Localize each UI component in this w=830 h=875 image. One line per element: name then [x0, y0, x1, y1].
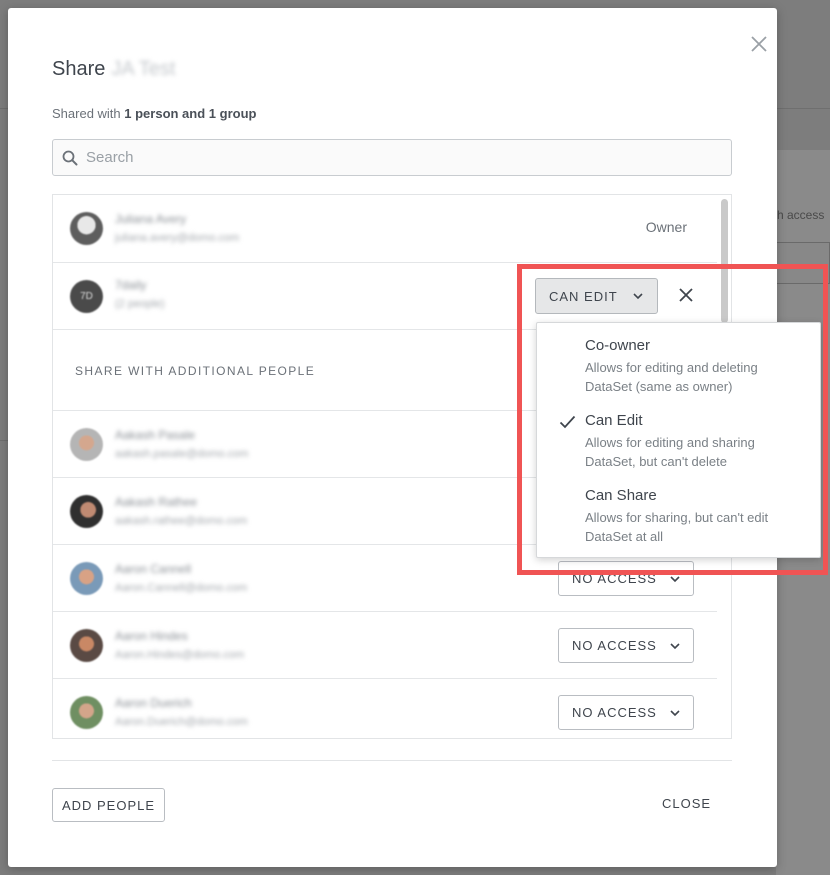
- close-icon[interactable]: [747, 32, 771, 56]
- title-text: Share: [52, 58, 106, 80]
- menu-item-label: Can Share: [585, 487, 657, 504]
- group-name: 7daily: [115, 278, 147, 292]
- group-count: (2 people): [115, 298, 165, 310]
- search-input[interactable]: [86, 140, 731, 175]
- shared-with-count: 1 person and 1 group: [124, 106, 257, 121]
- access-dropdown-label: NO ACCESS: [572, 571, 657, 586]
- close-button[interactable]: CLOSE: [662, 796, 711, 811]
- person-name: Aakash Rathee: [115, 495, 198, 509]
- shared-with-prefix: Shared with: [52, 106, 125, 121]
- avatar: [70, 495, 103, 528]
- person-name: Aaron Duerich: [115, 696, 192, 710]
- shared-with-summary: Shared with 1 person and 1 group: [52, 106, 256, 121]
- person-row: Aaron Duerich Aaron.Duerich@domo.com NO …: [53, 679, 717, 738]
- person-name: Aakash Pasale: [115, 428, 196, 442]
- access-dropdown-label: NO ACCESS: [572, 705, 657, 720]
- bg-divider: [0, 108, 8, 109]
- chevron-down-icon: [670, 576, 680, 583]
- bg-divider: [0, 440, 8, 441]
- chevron-down-icon: [633, 293, 643, 300]
- bg-dataset-button: [776, 242, 830, 284]
- avatar: [70, 562, 103, 595]
- person-email: Aaron.Duerich@domo.com: [115, 716, 248, 728]
- menu-item-description: Allows for sharing, but can't edit DataS…: [585, 510, 769, 544]
- owner-row: Juliana Avery juliana.avery@domo.com Own…: [53, 195, 717, 263]
- bg-divider: [776, 108, 830, 109]
- remove-icon[interactable]: [677, 286, 695, 304]
- owner-name: Juliana Avery: [115, 212, 187, 226]
- access-dropdown-button[interactable]: CAN EDIT: [535, 278, 658, 314]
- access-dropdown-label: CAN EDIT: [549, 288, 618, 304]
- access-level-menu: Co-owner Allows for editing and deleting…: [536, 322, 821, 558]
- owner-role: Owner: [645, 219, 687, 235]
- group-row: 7D 7daily (2 people) CAN EDIT: [53, 263, 717, 330]
- access-dropdown-button[interactable]: NO ACCESS: [558, 561, 694, 596]
- avatar: [70, 212, 103, 245]
- menu-item-can-share[interactable]: Can Share Allows for sharing, but can't …: [537, 473, 820, 548]
- chevron-down-icon: [670, 643, 680, 650]
- person-email: Aaron.Cannell@domo.com: [115, 582, 248, 594]
- footer-divider: [52, 760, 732, 761]
- menu-item-co-owner[interactable]: Co-owner Allows for editing and deleting…: [537, 323, 820, 398]
- person-name: Aaron Hindes: [115, 629, 188, 643]
- avatar: 7D: [70, 280, 103, 313]
- add-people-button[interactable]: ADD PEOPLE: [52, 788, 165, 822]
- menu-item-label: Can Edit: [585, 412, 643, 429]
- person-email: aakash.pasale@domo.com: [115, 448, 249, 460]
- person-email: Aaron.Hindes@domo.com: [115, 649, 245, 661]
- menu-item-description: Allows for editing and deleting DataSet …: [585, 360, 758, 394]
- avatar: [70, 428, 103, 461]
- search-icon: [62, 150, 78, 165]
- menu-item-label: Co-owner: [585, 337, 651, 354]
- access-dropdown-label: NO ACCESS: [572, 638, 657, 653]
- checkmark-icon: [559, 415, 576, 429]
- chevron-down-icon: [670, 710, 680, 717]
- modal-title: Share JA Test: [52, 58, 176, 81]
- avatar: [70, 629, 103, 662]
- person-email: aakash.rathee@domo.com: [115, 515, 248, 527]
- access-dropdown-button[interactable]: NO ACCESS: [558, 695, 694, 730]
- title-object-name: JA Test: [111, 58, 176, 80]
- avatar: [70, 696, 103, 729]
- search-box: [52, 139, 732, 176]
- owner-email: juliana.avery@domo.com: [115, 232, 240, 244]
- bg-access-text: h access: [777, 208, 825, 222]
- person-row: Aaron Hindes Aaron.Hindes@domo.com NO AC…: [53, 612, 717, 679]
- scrollbar[interactable]: [721, 199, 728, 323]
- person-name: Aaron Cannell: [115, 562, 192, 576]
- access-dropdown-button[interactable]: NO ACCESS: [558, 628, 694, 663]
- menu-item-description: Allows for editing and sharing DataSet, …: [585, 435, 755, 469]
- section-label: SHARE WITH ADDITIONAL PEOPLE: [75, 364, 316, 378]
- menu-item-can-edit[interactable]: Can Edit Allows for editing and sharing …: [537, 398, 820, 473]
